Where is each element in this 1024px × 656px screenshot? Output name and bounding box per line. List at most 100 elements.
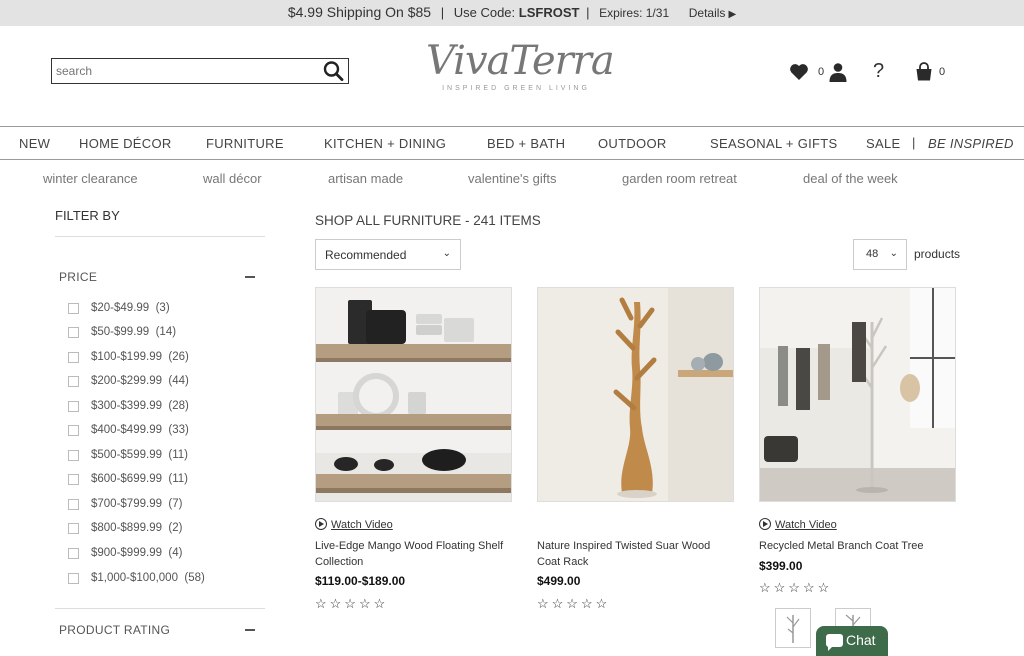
- checkbox[interactable]: [68, 573, 79, 584]
- promo-use-code-label: Use Code:: [453, 5, 516, 20]
- nav-item-furniture[interactable]: FURNITURE: [206, 136, 284, 151]
- chat-bubble-icon: [826, 634, 843, 651]
- price-range-label: $200-$299.99: [91, 375, 162, 387]
- watch-video-label: Watch Video: [331, 519, 393, 531]
- checkbox[interactable]: [68, 474, 79, 485]
- logo-tagline: INSPIRED GREEN LIVING: [442, 85, 590, 92]
- product-name[interactable]: Recycled Metal Branch Coat Tree: [759, 538, 956, 554]
- subnav-item-garden-room-retreat[interactable]: garden room retreat: [622, 171, 737, 186]
- per-page-value: 48: [866, 248, 879, 260]
- divider: [55, 608, 265, 609]
- price-range-count: (4): [168, 547, 183, 559]
- price-range-count: (11): [168, 449, 188, 461]
- nav-item-kitchen-dining[interactable]: KITCHEN + DINING: [324, 136, 446, 151]
- price-range-label: $800-$899.99: [91, 522, 162, 534]
- star-rating[interactable]: ☆☆☆☆☆: [315, 596, 388, 612]
- chat-label: Chat: [846, 632, 876, 648]
- price-range-count: (2): [168, 522, 183, 534]
- price-filter-heading[interactable]: PRICE: [59, 270, 97, 284]
- divider: [55, 236, 265, 237]
- watch-video-link[interactable]: Watch Video: [315, 516, 393, 531]
- collapse-minus-icon[interactable]: [245, 629, 255, 631]
- rating-filter-heading[interactable]: PRODUCT RATING: [59, 623, 170, 637]
- chevron-down-icon: ⌄: [889, 248, 898, 259]
- checkbox[interactable]: [68, 523, 79, 534]
- logo-wordmark: VivaTerra: [426, 38, 615, 84]
- subnav-item-deal-of-the-week[interactable]: deal of the week: [803, 171, 898, 186]
- checkbox[interactable]: [68, 352, 79, 363]
- checkbox[interactable]: [68, 401, 79, 412]
- site-logo[interactable]: VivaTerra INSPIRED GREEN LIVING: [420, 36, 620, 98]
- star-rating[interactable]: ☆☆☆☆☆: [759, 580, 832, 596]
- star-rating[interactable]: ☆☆☆☆☆: [537, 596, 610, 612]
- product-price: $399.00: [759, 559, 803, 573]
- sort-value: Recommended: [325, 248, 407, 262]
- sort-select[interactable]: Recommended ⌄: [315, 239, 461, 270]
- play-icon: [759, 518, 771, 530]
- twisted-wood-coat-rack-image: [538, 288, 733, 501]
- product-image[interactable]: [759, 287, 956, 502]
- nav-item-sale[interactable]: SALE: [866, 136, 900, 151]
- promo-details-link[interactable]: Details ▶: [689, 6, 736, 20]
- floating-shelves-image: [316, 288, 511, 501]
- product-image[interactable]: [537, 287, 734, 502]
- subnav-item-artisan-made[interactable]: artisan made: [328, 171, 403, 186]
- promo-details-label: Details: [688, 6, 726, 20]
- chat-button[interactable]: Chat: [816, 626, 888, 656]
- checkbox[interactable]: [68, 499, 79, 510]
- subnav-item-valentines-gifts[interactable]: valentine's gifts: [468, 171, 556, 186]
- account-icon[interactable]: [828, 62, 848, 82]
- promo-bar: $4.99 Shipping On $85 | Use Code: LSFROS…: [0, 0, 1024, 26]
- cart-icon[interactable]: [915, 62, 933, 81]
- price-range-count: (3): [155, 302, 170, 314]
- search-icon[interactable]: [322, 60, 346, 82]
- subnav-item-wall-decor[interactable]: wall décor: [203, 171, 262, 186]
- price-range-label: $500-$599.99: [91, 449, 162, 461]
- help-icon[interactable]: ?: [873, 60, 884, 83]
- nav-separator: |: [912, 135, 916, 150]
- metal-branch-coat-tree-image: [760, 288, 955, 501]
- subnav-item-winter-clearance[interactable]: winter clearance: [43, 171, 138, 186]
- product-name[interactable]: Live-Edge Mango Wood Floating Shelf Coll…: [315, 538, 512, 570]
- price-range-label: $700-$799.99: [91, 498, 162, 510]
- checkbox[interactable]: [68, 376, 79, 387]
- checkbox[interactable]: [68, 548, 79, 559]
- price-range-label: $50-$99.99: [91, 326, 150, 338]
- price-range-label: $1,000-$100,000: [91, 572, 178, 584]
- product-swatch-thumbnail[interactable]: [775, 608, 811, 648]
- price-range-label: $300-$399.99: [91, 400, 162, 412]
- price-range-count: (14): [155, 326, 177, 338]
- price-range-count: (28): [168, 400, 189, 412]
- checkbox[interactable]: [68, 425, 79, 436]
- nav-item-seasonal-gifts[interactable]: SEASONAL + GIFTS: [710, 136, 838, 151]
- cart-count: 0: [939, 66, 946, 78]
- price-range-count: (26): [168, 351, 189, 363]
- checkbox[interactable]: [68, 303, 79, 314]
- checkbox[interactable]: [68, 450, 79, 461]
- price-range-count: (7): [168, 498, 183, 510]
- search-input[interactable]: [52, 59, 322, 83]
- nav-item-bed-bath[interactable]: BED + BATH: [487, 136, 565, 151]
- price-range-count: (44): [168, 375, 189, 387]
- listing-title: SHOP ALL FURNITURE - 241 ITEMS: [315, 213, 541, 228]
- collapse-minus-icon[interactable]: [245, 276, 255, 278]
- nav-item-outdoor[interactable]: OUTDOOR: [598, 136, 667, 151]
- per-page-select[interactable]: 48 ⌄: [853, 239, 907, 270]
- checkbox[interactable]: [68, 327, 79, 338]
- product-name[interactable]: Nature Inspired Twisted Suar Wood Coat R…: [537, 538, 734, 570]
- filter-title: FILTER BY: [55, 208, 120, 223]
- watch-video-link[interactable]: Watch Video: [759, 516, 837, 531]
- nav-item-be-inspired[interactable]: BE INSPIRED: [928, 136, 1014, 151]
- play-arrow-icon: ▶: [728, 9, 737, 20]
- search-box: [51, 58, 349, 84]
- coat-tree-thumbnail-icon: [786, 615, 800, 643]
- nav-item-new[interactable]: NEW: [19, 136, 50, 151]
- product-image[interactable]: [315, 287, 512, 502]
- heart-icon[interactable]: [789, 63, 809, 81]
- wishlist-count: 0: [818, 66, 825, 78]
- promo-code: LSFROST: [518, 5, 580, 20]
- promo-separator: |: [586, 5, 590, 20]
- product-price: $499.00: [537, 574, 581, 588]
- main-nav: NEW HOME DÉCOR FURNITURE KITCHEN + DININ…: [0, 126, 1024, 160]
- nav-item-home-decor[interactable]: HOME DÉCOR: [79, 136, 172, 151]
